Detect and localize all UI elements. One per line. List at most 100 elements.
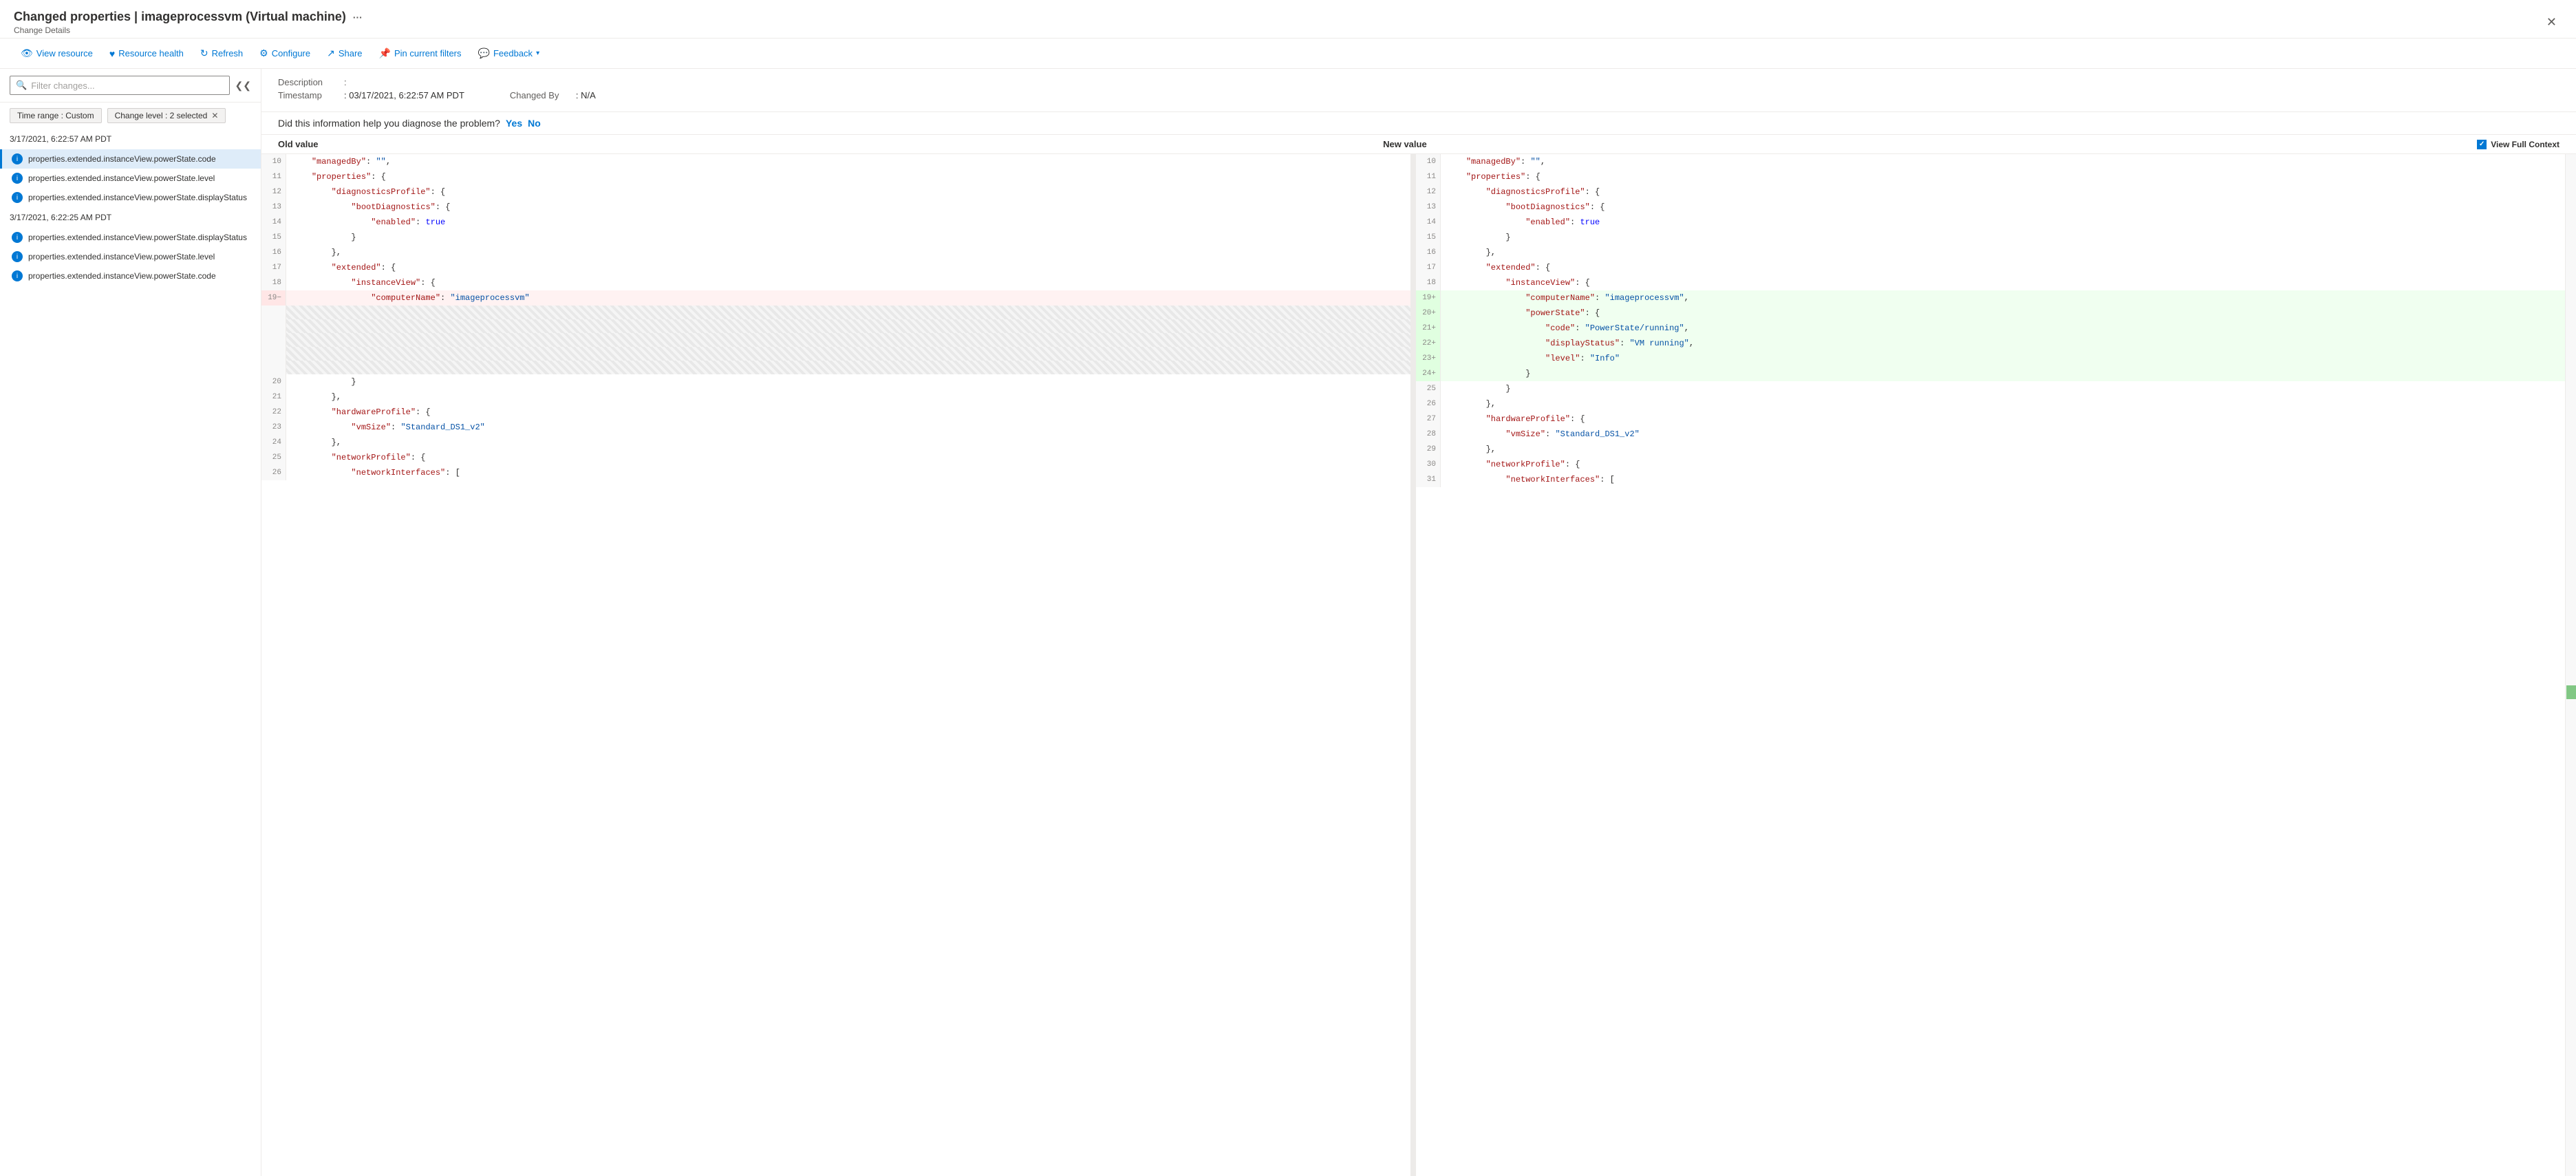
filter-input[interactable]: 🔍 Filter changes... xyxy=(10,76,230,95)
line-number: 16 xyxy=(1416,245,1441,260)
view-resource-button[interactable]: 👁 View resource xyxy=(14,44,100,63)
line-number: 22 xyxy=(261,405,286,420)
change-item[interactable]: i properties.extended.instanceView.power… xyxy=(0,266,261,286)
diagnose-question: Did this information help you diagnose t… xyxy=(278,118,500,129)
line-content: "networkProfile": { xyxy=(1441,457,2565,472)
change-item[interactable]: i properties.extended.instanceView.power… xyxy=(0,188,261,207)
diff-line: 19− "computerName": "imageprocessvm" xyxy=(261,290,1410,306)
line-content: "displayStatus": "VM running", xyxy=(1441,336,2565,351)
feedback-button[interactable]: 💬 Feedback ▾ xyxy=(471,44,547,63)
line-number: 10 xyxy=(261,154,286,169)
line-number: 19− xyxy=(261,290,286,306)
filter-placeholder: Filter changes... xyxy=(31,81,95,91)
change-item[interactable]: i properties.extended.instanceView.power… xyxy=(0,228,261,247)
change-level-filter-tag[interactable]: Change level : 2 selected ✕ xyxy=(107,108,226,123)
diff-line: 20 } xyxy=(261,374,1410,389)
close-button[interactable]: ✕ xyxy=(2541,12,2562,32)
share-label: Share xyxy=(339,48,363,58)
share-button[interactable]: ↗ Share xyxy=(320,44,369,63)
info-icon: i xyxy=(12,251,23,262)
configure-button[interactable]: ⚙ Configure xyxy=(253,44,317,63)
diff-line: 13 "bootDiagnostics": { xyxy=(1416,200,2565,215)
diff-line: 28 "vmSize": "Standard_DS1_v2" xyxy=(1416,427,2565,442)
description-row: Description : xyxy=(278,77,2559,87)
line-number: 28 xyxy=(1416,427,1441,442)
resource-health-button[interactable]: ♥ Resource health xyxy=(103,45,191,63)
change-item[interactable]: i properties.extended.instanceView.power… xyxy=(0,149,261,169)
configure-label: Configure xyxy=(272,48,310,58)
diff-line: 30 "networkProfile": { xyxy=(1416,457,2565,472)
feedback-icon: 💬 xyxy=(478,47,490,59)
line-content: "computerName": "imageprocessvm" xyxy=(286,290,1410,306)
line-content: }, xyxy=(1441,442,2565,457)
diff-line: 15 } xyxy=(1416,230,2565,245)
line-number: 21 xyxy=(261,389,286,405)
toolbar: 👁 View resource ♥ Resource health ↻ Refr… xyxy=(0,39,2576,69)
line-content: } xyxy=(286,374,1410,389)
line-number: 17 xyxy=(1416,260,1441,275)
change-item[interactable]: i properties.extended.instanceView.power… xyxy=(0,247,261,266)
line-content: }, xyxy=(286,245,1410,260)
time-range-label: Time range : Custom xyxy=(17,111,94,120)
view-full-context-toggle[interactable]: ✓ View Full Context xyxy=(2477,140,2559,149)
old-value-pane[interactable]: 10 "managedBy": "",11 "properties": {12 … xyxy=(261,154,1410,1176)
line-content: "enabled": true xyxy=(286,215,1410,230)
change-group-date-1: 3/17/2021, 6:22:57 AM PDT xyxy=(0,129,261,149)
diff-pane-divider xyxy=(1410,154,1416,1176)
diff-line: 14 "enabled": true xyxy=(1416,215,2565,230)
timestamp-label: Timestamp xyxy=(278,90,340,100)
line-content: }, xyxy=(1441,245,2565,260)
title-text: Changed properties | imageprocessvm (Vir… xyxy=(14,10,346,24)
diff-line xyxy=(261,333,1410,347)
heart-icon: ♥ xyxy=(109,48,115,59)
line-content: "vmSize": "Standard_DS1_v2" xyxy=(1441,427,2565,442)
change-level-clear-button[interactable]: ✕ xyxy=(211,111,218,120)
diff-line: 29 }, xyxy=(1416,442,2565,457)
view-full-context-label: View Full Context xyxy=(2491,140,2559,149)
diff-line: 22+ "displayStatus": "VM running", xyxy=(1416,336,2565,351)
new-value-pane[interactable]: 10 "managedBy": "",11 "properties": {12 … xyxy=(1416,154,2565,1176)
line-number: 21+ xyxy=(1416,321,1441,336)
time-range-filter-tag[interactable]: Time range : Custom xyxy=(10,108,102,123)
change-item-text: properties.extended.instanceView.powerSt… xyxy=(28,173,215,183)
line-content: "level": "Info" xyxy=(1441,351,2565,366)
line-number: 27 xyxy=(1416,411,1441,427)
line-number: 12 xyxy=(261,184,286,200)
diff-line: 21+ "code": "PowerState/running", xyxy=(1416,321,2565,336)
description-label: Description xyxy=(278,77,340,87)
line-content: "bootDiagnostics": { xyxy=(286,200,1410,215)
diagnose-no-button[interactable]: No xyxy=(528,118,541,129)
view-full-context-checkbox[interactable]: ✓ xyxy=(2477,140,2487,149)
line-content: "managedBy": "", xyxy=(286,154,1410,169)
line-content: "powerState": { xyxy=(1441,306,2565,321)
line-content: } xyxy=(1441,381,2565,396)
title-ellipsis[interactable]: ··· xyxy=(353,12,363,23)
line-content: "extended": { xyxy=(1441,260,2565,275)
info-icon: i xyxy=(12,153,23,164)
change-list: 3/17/2021, 6:22:57 AM PDT i properties.e… xyxy=(0,129,261,1176)
diff-line: 25 "networkProfile": { xyxy=(261,450,1410,465)
change-item[interactable]: i properties.extended.instanceView.power… xyxy=(0,169,261,188)
line-number: 25 xyxy=(261,450,286,465)
right-panel: Description : Timestamp : 03/17/2021, 6:… xyxy=(261,69,2576,1176)
line-number: 12 xyxy=(1416,184,1441,200)
collapse-panel-button[interactable]: ❮❮ xyxy=(235,80,251,92)
refresh-button[interactable]: ↻ Refresh xyxy=(193,44,250,63)
line-number: 22+ xyxy=(1416,336,1441,351)
diff-line: 16 }, xyxy=(1416,245,2565,260)
diff-line: 25 } xyxy=(1416,381,2565,396)
diagnose-yes-button[interactable]: Yes xyxy=(506,118,522,129)
diff-line: 17 "extended": { xyxy=(261,260,1410,275)
diff-line: 18 "instanceView": { xyxy=(261,275,1410,290)
pin-current-filters-button[interactable]: 📌 Pin current filters xyxy=(372,44,469,63)
info-icon: i xyxy=(12,270,23,281)
changed-by-value: : N/A xyxy=(576,90,596,100)
share-icon: ↗ xyxy=(327,47,335,59)
diff-line: 12 "diagnosticsProfile": { xyxy=(1416,184,2565,200)
timestamp-value: : 03/17/2021, 6:22:57 AM PDT xyxy=(344,90,464,100)
diff-line xyxy=(261,361,1410,374)
diff-line: 12 "diagnosticsProfile": { xyxy=(261,184,1410,200)
line-content: "extended": { xyxy=(286,260,1410,275)
feedback-label: Feedback xyxy=(493,48,533,58)
refresh-icon: ↻ xyxy=(200,47,208,59)
